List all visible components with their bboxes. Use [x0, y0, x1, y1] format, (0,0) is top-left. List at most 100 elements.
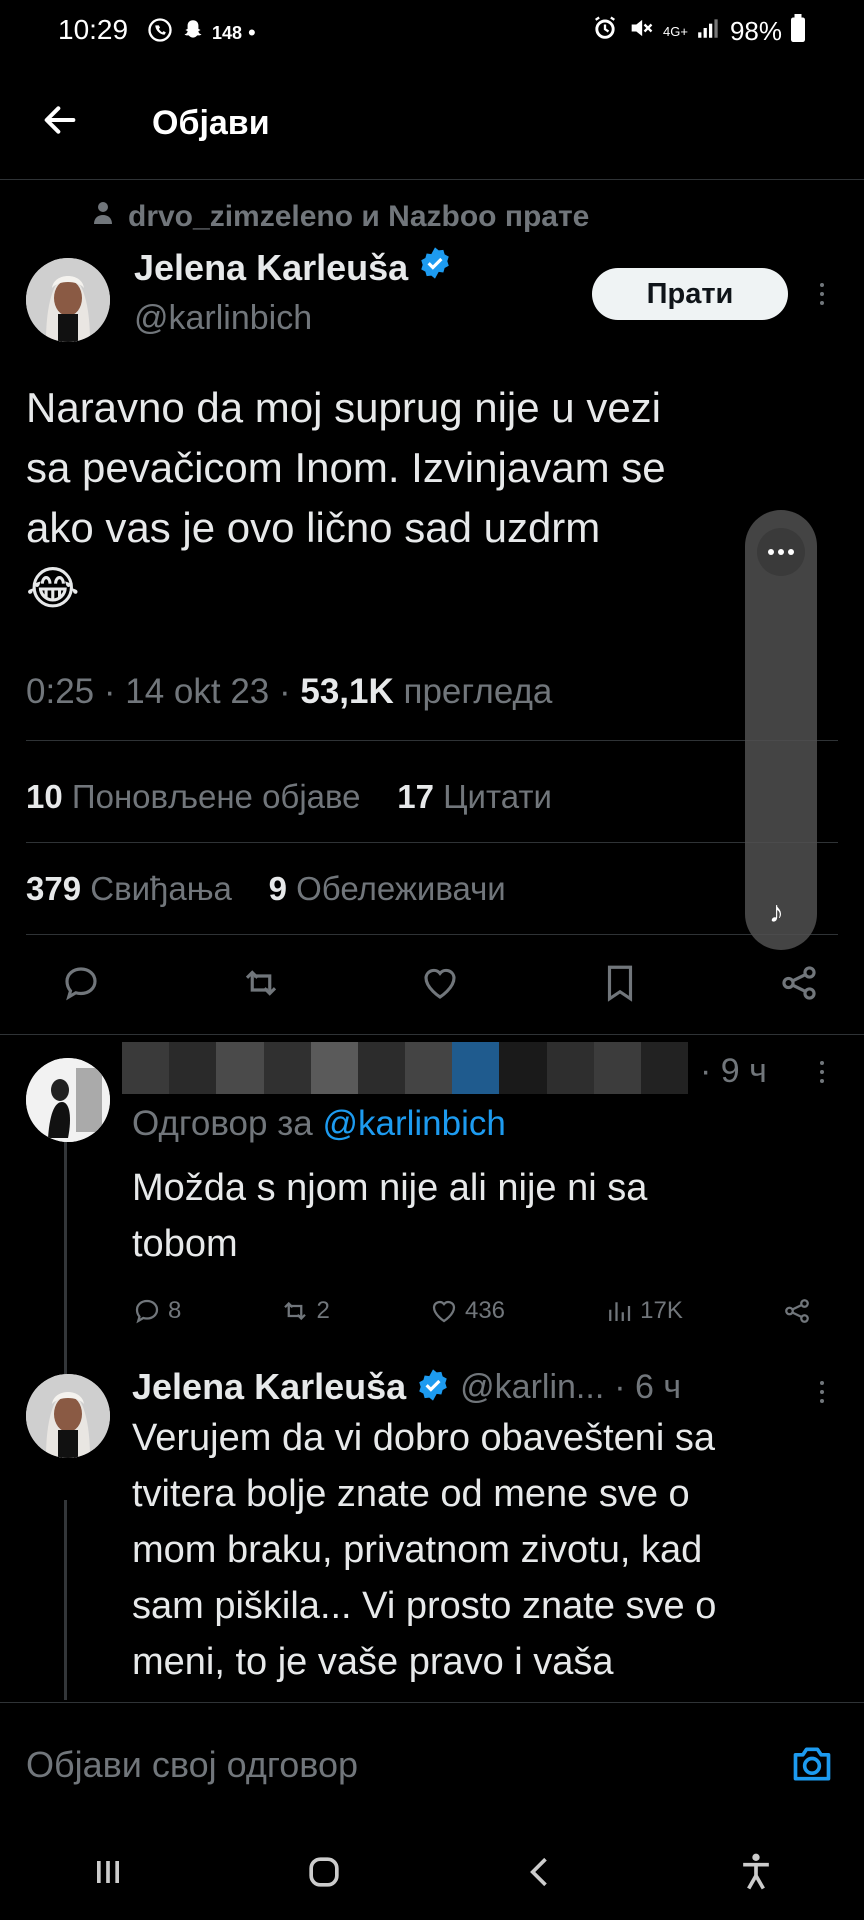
- verified-badge-icon: [418, 246, 452, 289]
- dot-icon: •: [248, 20, 256, 45]
- reply2-line: tvitera bolje znate od mene sve o: [132, 1473, 690, 1515]
- notification-count: 148: [212, 22, 243, 43]
- reply-time: · 9 ч: [700, 1052, 767, 1090]
- author-avatar[interactable]: [26, 258, 110, 342]
- status-left-icons: 148 •: [146, 16, 256, 50]
- reply-text: Možda s njom nije ali nije ni sa tobom: [132, 1160, 812, 1272]
- tweet-actions: [60, 955, 820, 1015]
- quotes-stat[interactable]: 17 Цитати: [397, 778, 552, 815]
- reply-icon: [135, 1299, 159, 1324]
- reply-reply-button[interactable]: 8: [132, 1296, 181, 1326]
- reposts-count: 10: [26, 778, 63, 815]
- reposts-quotes-stats: 10 Поновљене објаве 17 Цитати: [26, 778, 552, 816]
- author-name-row[interactable]: Jelena Karleuša @karlinbich: [134, 246, 452, 338]
- quotes-count: 17: [397, 778, 434, 815]
- whatsapp-icon: [146, 16, 174, 50]
- verified-badge-icon: [416, 1368, 450, 1407]
- camera-icon[interactable]: [790, 1742, 834, 1786]
- more-options-icon[interactable]: [812, 1052, 832, 1092]
- quotes-label: Цитати: [443, 778, 552, 815]
- likes-label: Свиђања: [90, 870, 232, 907]
- like-count: 436: [464, 1297, 506, 1324]
- top-app-bar: Објави: [0, 60, 864, 180]
- reply2-author-name[interactable]: Jelena Karleuša: [132, 1366, 406, 1408]
- battery-percent: 98%: [729, 16, 782, 46]
- system-nav-bar: [0, 1828, 864, 1920]
- battery-icon: [790, 14, 806, 49]
- reply2-time: · 6 ч: [614, 1367, 682, 1406]
- author-name: Jelena Karleuša: [134, 246, 409, 288]
- thread-connector: [64, 1142, 67, 1374]
- reply2-line: meni, to je vaše pravo i vaša: [132, 1641, 614, 1683]
- bookmarks-label: Обележивачи: [296, 870, 506, 907]
- page-title: Објави: [152, 104, 270, 142]
- reply-share-button[interactable]: [782, 1296, 812, 1326]
- tweet-line: ako vas je ovo lično sad uzdrm: [26, 504, 601, 551]
- author-handle: @karlinbich: [134, 299, 313, 337]
- reply-actions: 8 2 436 17K: [132, 1296, 812, 1326]
- reposts-label: Поновљене објаве: [71, 778, 361, 815]
- like-icon[interactable]: [419, 962, 461, 1009]
- reply-repost-button[interactable]: 2: [280, 1296, 330, 1326]
- repost-icon[interactable]: [240, 962, 282, 1009]
- share-icon: [785, 1299, 809, 1323]
- reply2-text: Verujem da vi dobro obavešteni sa tviter…: [132, 1410, 832, 1690]
- divider: [26, 934, 838, 935]
- likes-stat[interactable]: 379 Свиђања: [26, 870, 232, 907]
- reply-input[interactable]: Објави свој одговор: [26, 1744, 358, 1786]
- tweet-line: sa pevačicom Inom. Izvinjavam se: [26, 444, 666, 491]
- person-icon: [92, 200, 114, 234]
- likes-count: 379: [26, 870, 82, 907]
- divider: [0, 1034, 864, 1035]
- accessibility-icon[interactable]: [734, 1850, 778, 1899]
- music-note-icon: ♪: [769, 896, 784, 929]
- social-context[interactable]: drvo_zimzeleno и Nazboo прате: [92, 200, 589, 234]
- reply-views-button[interactable]: 17K: [604, 1296, 683, 1326]
- home-icon[interactable]: [302, 1850, 346, 1899]
- bookmark-icon[interactable]: [599, 962, 641, 1009]
- tweet-time: 0:25: [26, 672, 95, 711]
- network-label: 4G+: [663, 24, 688, 39]
- status-time: 10:29: [58, 14, 129, 45]
- recent-apps-icon[interactable]: [86, 1850, 130, 1899]
- tweet-meta: 0:25 · 14 okt 23 · 53,1K прегледа: [26, 672, 553, 711]
- like-icon: [432, 1300, 456, 1323]
- social-context-text: drvo_zimzeleno и Nazboo прате: [128, 200, 590, 233]
- reply-to-label: Одговор за: [132, 1104, 313, 1143]
- tweet-emoji: 😂: [26, 562, 80, 614]
- reply-avatar[interactable]: [26, 1058, 110, 1142]
- more-options-icon[interactable]: [757, 528, 805, 576]
- snapchat-icon: [180, 17, 206, 49]
- reply-like-button[interactable]: 436: [429, 1296, 505, 1326]
- reply2-avatar[interactable]: [26, 1374, 110, 1458]
- reposts-stat[interactable]: 10 Поновљене објаве: [26, 778, 361, 815]
- back-nav-icon[interactable]: [518, 1850, 562, 1899]
- status-right-icons: 4G+ 98%: [591, 14, 806, 49]
- alarm-icon: [591, 14, 619, 49]
- share-icon[interactable]: [778, 962, 820, 1009]
- floating-scroll-handle[interactable]: ♪: [745, 510, 817, 950]
- views-label: прегледа: [403, 672, 553, 711]
- tweet-date: 14 okt 23: [125, 672, 270, 711]
- divider: [26, 740, 838, 741]
- blurred-username: [122, 1042, 689, 1094]
- tweet-line: Naravno da moj suprug nije u vezi: [26, 384, 662, 431]
- tweet-text: Naravno da moj suprug nije u vezi sa pev…: [26, 378, 826, 618]
- reply-to-handle[interactable]: @karlinbich: [322, 1104, 505, 1143]
- follow-button[interactable]: Прати: [592, 268, 788, 320]
- divider: [26, 842, 838, 843]
- likes-bookmarks-stats: 379 Свиђања 9 Обележивачи: [26, 870, 506, 908]
- reply-icon[interactable]: [60, 962, 102, 1009]
- reply-line: Možda s njom nije ali nije ni sa: [132, 1167, 648, 1209]
- thread-connector: [64, 1500, 67, 1700]
- reply-line: tobom: [132, 1223, 238, 1265]
- mute-icon: [627, 14, 655, 49]
- more-options-icon[interactable]: [812, 1372, 832, 1412]
- back-arrow-icon[interactable]: [40, 100, 80, 140]
- status-bar: 10:29 148 • 4G+ 98%: [0, 0, 864, 60]
- reply-to-line: Одговор за @karlinbich: [132, 1104, 506, 1144]
- bookmarks-count: 9: [268, 870, 287, 907]
- reply2-line: sam piškila... Vi prosto znate sve o: [132, 1585, 717, 1627]
- more-options-icon[interactable]: [812, 274, 832, 314]
- bookmarks-stat[interactable]: 9 Обележивачи: [269, 870, 506, 907]
